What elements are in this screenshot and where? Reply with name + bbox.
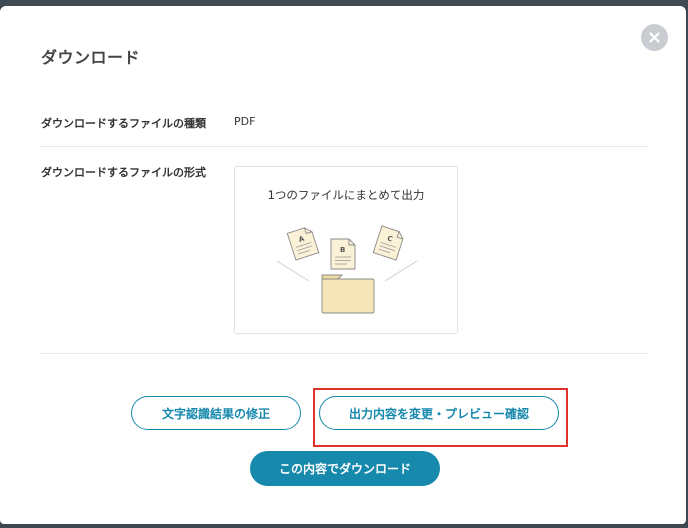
divider: [40, 146, 648, 147]
format-option-single-file[interactable]: 1つのファイルにまとめて出力 A B C: [234, 166, 458, 334]
close-button[interactable]: [641, 24, 668, 51]
file-type-label: ダウンロードするファイルの種類: [41, 117, 206, 130]
fix-ocr-button[interactable]: 文字認識結果の修正: [131, 396, 301, 430]
download-dialog: ダウンロード ダウンロードするファイルの種類 PDF ダウンロードするファイルの…: [0, 6, 686, 524]
divider: [40, 353, 648, 354]
doc-b-letter: B: [340, 246, 345, 254]
format-option-label: 1つのファイルにまとめて出力: [267, 188, 425, 202]
merge-into-folder-icon: A B C: [276, 225, 418, 314]
close-icon: [649, 32, 660, 43]
download-button[interactable]: この内容でダウンロード: [250, 451, 440, 486]
file-format-label: ダウンロードするファイルの形式: [41, 166, 206, 179]
change-preview-button[interactable]: 出力内容を変更・プレビュー確認: [319, 396, 559, 430]
dialog-title: ダウンロード: [41, 48, 141, 67]
file-type-value: PDF: [234, 115, 256, 128]
